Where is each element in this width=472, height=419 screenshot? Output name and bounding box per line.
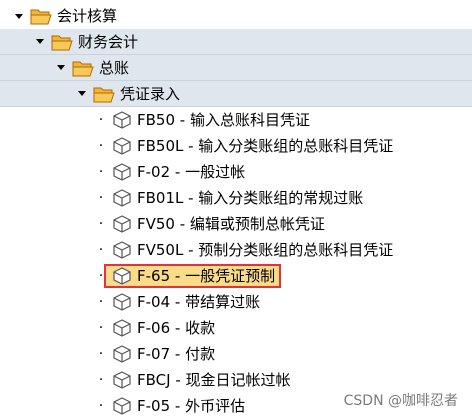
tree-node-financial-accounting[interactable]: 财务会计 [0,29,472,55]
tree-leaf-label: FV50 - 编辑或预制总帐凭证 [137,215,325,233]
expand-toggle-icon[interactable] [35,37,45,47]
transaction-cube-icon [113,345,131,363]
selection-highlight[interactable]: F-65 - 一般凭证预制 [104,264,282,288]
tree-leaf-item[interactable]: · FB50L - 输入分类账组的总账科目凭证 [0,133,472,159]
transaction-cube-icon [113,397,131,415]
tree-node-general-ledger[interactable]: 总账 [0,55,472,81]
bullet-icon: · [98,164,104,180]
bullet-icon: · [98,294,104,310]
tree-leaf-item[interactable]: · F-07 - 付款 [0,341,472,367]
tree-leaf-item[interactable]: · F-02 - 一般过帐 [0,159,472,185]
transaction-cube-icon [113,215,131,233]
tree-leaf-label: F-65 - 一般凭证预制 [137,267,276,285]
transaction-cube-icon [113,319,131,337]
bullet-icon: · [98,398,104,414]
tree-leaf-item[interactable]: · F-04 - 带结算过账 [0,289,472,315]
tree-leaf-item[interactable]: · FB01L - 输入分类账组的常规过账 [0,185,472,211]
folder-open-icon [51,35,73,50]
bullet-icon: · [98,216,104,232]
transaction-cube-icon [113,137,131,155]
bullet-icon: · [98,138,104,154]
transaction-cube-icon [113,293,131,311]
tree-leaf-item[interactable]: · FB50 - 输入总账科目凭证 [0,107,472,133]
tree-leaf-label: FB50 - 输入总账科目凭证 [137,111,310,129]
expand-toggle-icon[interactable] [77,89,87,99]
bullet-icon: · [98,372,104,388]
tree-node-label: 凭证录入 [120,84,181,103]
tree-leaf-label: FBCJ - 现金日记帐过帐 [137,371,291,389]
tree-leaf-item-selected[interactable]: · F-65 - 一般凭证预制 [0,263,472,289]
transaction-cube-icon [113,371,131,389]
watermark: CSDN @咖啡忍者 [343,393,458,409]
tree-leaf-label: F-02 - 一般过帐 [137,163,246,181]
bullet-icon: · [98,190,104,206]
tree-leaf-label: FB01L - 输入分类账组的常规过账 [137,189,364,207]
bullet-icon: · [98,346,104,362]
transaction-cube-icon [113,241,131,259]
tree-leaf-item[interactable]: · FV50L - 预制分类账组的总账科目凭证 [0,237,472,263]
tree-node-accounting[interactable]: 会计核算 [0,3,472,29]
tree-leaf-label: FB50L - 输入分类账组的总账科目凭证 [137,137,394,155]
tree-node-label: 总账 [99,58,130,77]
tree-leaf-label: F-04 - 带结算过账 [137,293,261,311]
tree-leaf-item[interactable]: · F-06 - 收款 [0,315,472,341]
tree-node-label: 会计核算 [57,7,118,25]
transaction-cube-icon [113,267,131,285]
tree-node-label: 财务会计 [78,32,139,51]
transaction-cube-icon [113,111,131,129]
tree-leaf-item[interactable]: · FV50 - 编辑或预制总帐凭证 [0,211,472,237]
bullet-icon: · [98,112,104,128]
bullet-icon: · [98,242,104,258]
folder-open-icon [72,61,94,76]
folder-open-icon [93,87,115,102]
expand-toggle-icon[interactable] [56,63,66,73]
tree-leaf-label: FV50L - 预制分类账组的总账科目凭证 [137,241,394,259]
bullet-icon: · [98,320,104,336]
tree-node-document-entry[interactable]: 凭证录入 [0,81,472,107]
tree-leaf-label: F-05 - 外币评估 [137,397,246,415]
transaction-cube-icon [113,189,131,207]
tree-leaf-label: F-06 - 收款 [137,319,216,337]
tree-leaf-label: F-07 - 付款 [137,345,216,363]
expand-toggle-icon[interactable] [14,11,24,21]
transaction-cube-icon [113,163,131,181]
folder-open-icon [30,9,52,25]
